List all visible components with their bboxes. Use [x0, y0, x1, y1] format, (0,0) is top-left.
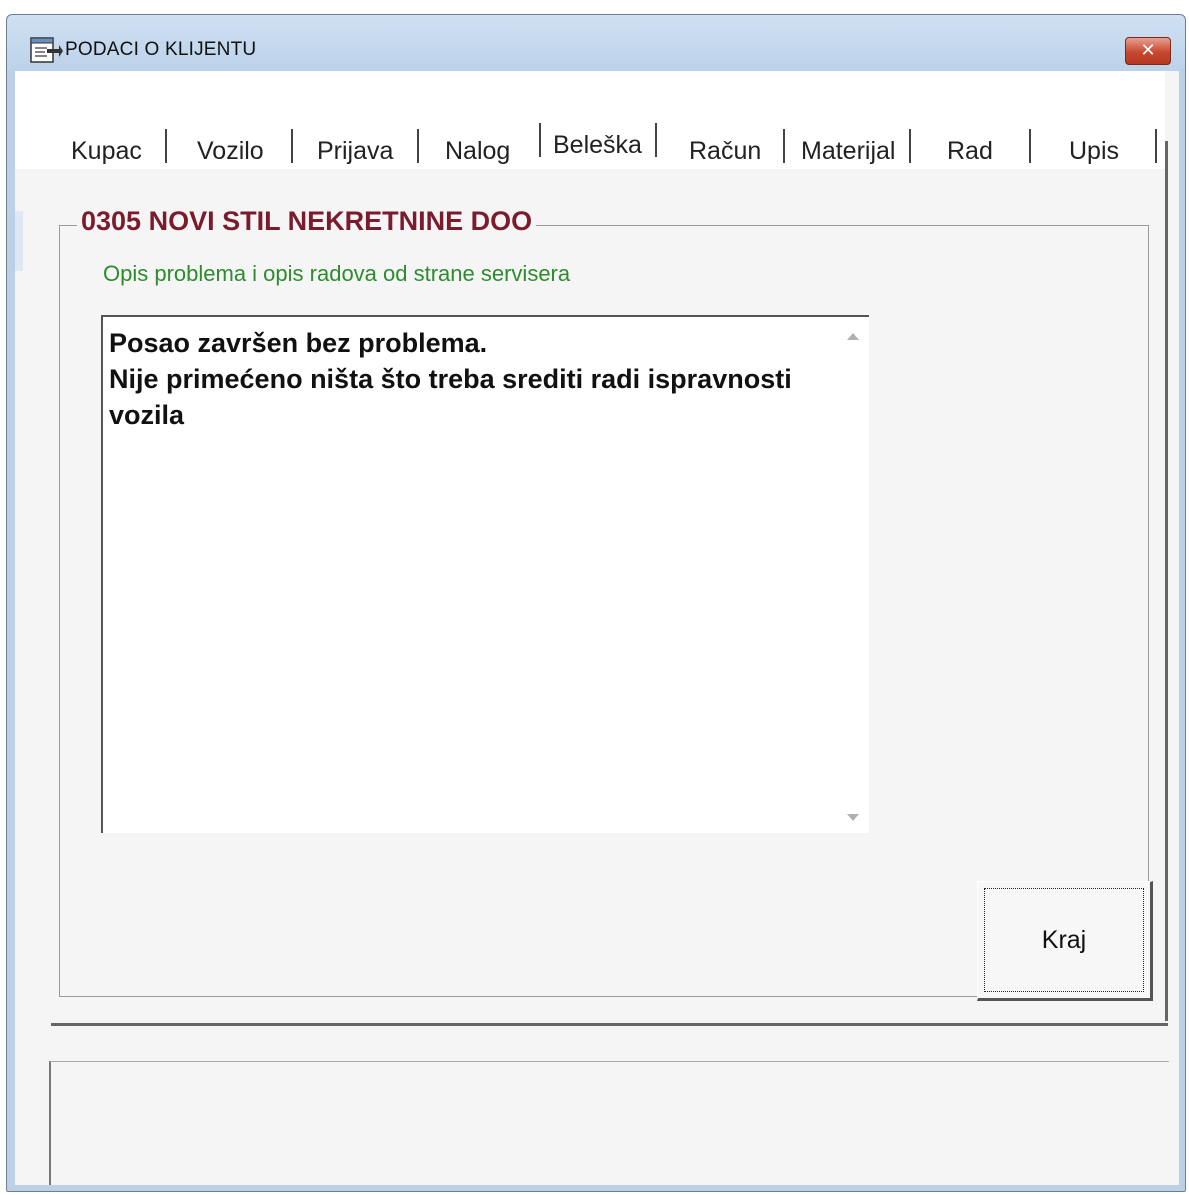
tab-separator: [1029, 129, 1031, 163]
form-icon: [29, 35, 63, 65]
tab-vozilo[interactable]: Vozilo: [197, 137, 264, 166]
tab-rad[interactable]: Rad: [947, 137, 993, 166]
note-text[interactable]: Posao završen bez problema. Nije primeće…: [109, 325, 835, 433]
tab-materijal[interactable]: Materijal: [801, 137, 895, 166]
kraj-button[interactable]: Kraj: [977, 881, 1153, 1001]
window-client-area: Kupac Vozilo Prijava Nalog Beleška Račun…: [15, 71, 1179, 1185]
note-textarea[interactable]: Posao završen bez problema. Nije primeće…: [101, 315, 869, 833]
tab-prijava[interactable]: Prijava: [317, 137, 393, 166]
scroll-up-arrow-icon[interactable]: [847, 333, 859, 340]
tab-separator: [783, 129, 785, 163]
panel-border: [1165, 141, 1168, 1021]
tab-racun[interactable]: Račun: [689, 137, 761, 166]
tab-nalog[interactable]: Nalog: [445, 137, 510, 166]
panel-border: [51, 1023, 1168, 1026]
tab-separator: [655, 123, 657, 157]
scroll-down-arrow-icon[interactable]: [847, 814, 859, 821]
note-description-label: Opis problema i opis radova od strane se…: [103, 261, 571, 286]
window-title: PODACI O KLIJENTU: [65, 39, 257, 60]
tab-separator: [909, 129, 911, 163]
tab-separator: [291, 129, 293, 163]
frame-strip: [15, 211, 23, 271]
client-data-window: PODACI O KLIJENTU ✕ Kupac Vozilo Prijava…: [6, 14, 1186, 1192]
tab-beleska[interactable]: Beleška: [553, 131, 642, 160]
status-area: [49, 1061, 1169, 1185]
tab-kupac[interactable]: Kupac: [71, 137, 142, 166]
tab-separator: [417, 129, 419, 163]
tab-upis[interactable]: Upis: [1069, 137, 1119, 166]
tab-separator: [1155, 129, 1157, 163]
tab-separator: [539, 123, 541, 157]
kraj-button-label: Kraj: [1041, 926, 1087, 954]
tab-strip: Kupac Vozilo Prijava Nalog Beleška Račun…: [15, 71, 1165, 169]
client-name-title: 0305 NOVI STIL NEKRETNINE DOO: [77, 206, 537, 237]
tab-separator: [165, 129, 167, 163]
close-button[interactable]: ✕: [1125, 37, 1171, 65]
close-icon[interactable]: ✕: [1140, 40, 1155, 61]
title-bar: PODACI O KLIJENTU ✕: [7, 15, 1185, 71]
